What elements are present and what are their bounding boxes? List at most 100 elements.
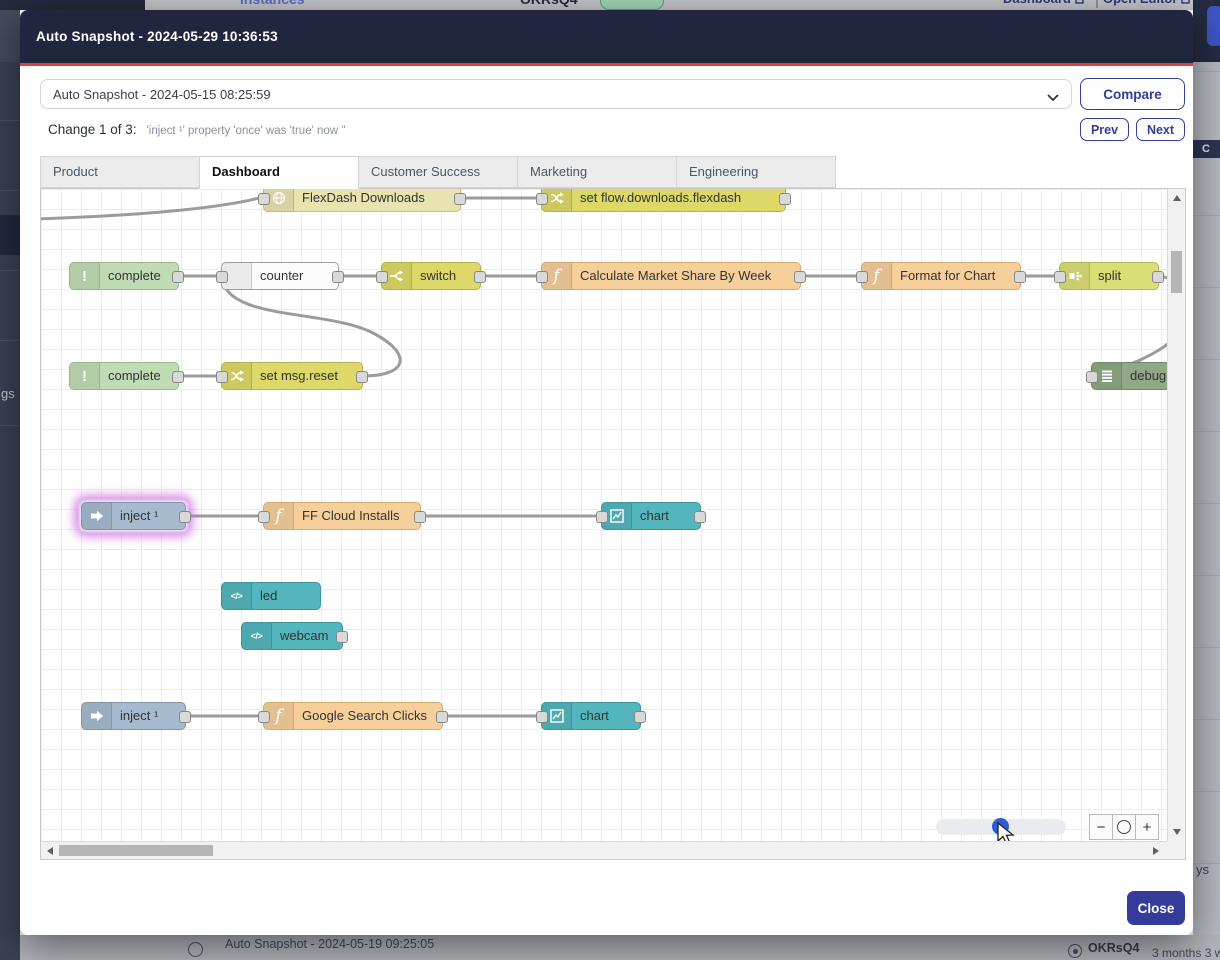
input-port[interactable]	[536, 193, 548, 205]
output-port[interactable]	[634, 711, 646, 723]
input-port[interactable]	[536, 711, 548, 723]
node-inject-2[interactable]: inject ¹	[81, 702, 186, 730]
zoom-reset-button[interactable]	[1112, 814, 1136, 840]
node-led[interactable]: </>led	[221, 582, 321, 610]
tab-engineering[interactable]: Engineering	[676, 156, 836, 188]
dialog-accent-line	[20, 63, 1193, 66]
input-port[interactable]	[1054, 271, 1066, 283]
node-label: counter	[260, 263, 303, 288]
node-chart-1[interactable]: chart	[601, 502, 701, 530]
vertical-scrollbar-thumb[interactable]	[1171, 251, 1182, 293]
output-port[interactable]	[474, 271, 486, 283]
output-port[interactable]	[794, 271, 806, 283]
wire-reset-counter	[221, 276, 400, 376]
output-port[interactable]	[694, 511, 706, 523]
input-port[interactable]	[536, 271, 548, 283]
open-editor-button[interactable]: Open Editor	[1103, 0, 1191, 6]
output-port[interactable]	[172, 371, 184, 383]
node-webcam[interactable]: </>webcam	[241, 622, 343, 650]
node-debug[interactable]: debug	[1091, 362, 1167, 390]
mouse-cursor	[995, 821, 1017, 841]
output-port[interactable]	[336, 631, 348, 643]
input-port[interactable]	[856, 271, 868, 283]
output-port[interactable]	[1014, 271, 1026, 283]
flow-canvas[interactable]: FlexDash Downloads set flow.downloads.fle…	[41, 189, 1167, 841]
scroll-left-arrow[interactable]	[47, 847, 53, 855]
input-port[interactable]	[376, 271, 388, 283]
vertical-scrollbar[interactable]	[1167, 189, 1185, 841]
wire-split-debug	[1091, 276, 1167, 376]
sidebar-item-partial-label[interactable]: gs	[1, 386, 15, 401]
breadcrumb-instances[interactable]: Instances	[240, 0, 305, 7]
background-age-label: 3 months 3 weeks 4 d	[1152, 946, 1220, 960]
node-google-search-clicks[interactable]: fGoogle Search Clicks	[263, 702, 443, 730]
snapshot-select[interactable]: Auto Snapshot - 2024-05-15 08:25:59	[40, 79, 1072, 109]
inject-icon	[82, 703, 112, 729]
node-set-msg-reset[interactable]: set msg.reset	[221, 362, 363, 390]
scroll-right-arrow[interactable]	[1153, 847, 1159, 855]
output-port[interactable]	[454, 193, 466, 205]
scroll-down-arrow[interactable]	[1173, 829, 1181, 835]
node-set-flow-downloads-flexdash[interactable]: set flow.downloads.flexdash	[541, 189, 786, 212]
tab-customer-success[interactable]: Customer Success	[358, 156, 518, 188]
input-port[interactable]	[216, 271, 228, 283]
sidebar-item-active[interactable]	[0, 215, 20, 255]
node-label: FF Cloud Installs	[302, 503, 400, 528]
node-inject-selected[interactable]: inject ¹	[81, 502, 186, 530]
node-label: split	[1098, 263, 1121, 288]
snapshot-select-value: Auto Snapshot - 2024-05-15 08:25:59	[53, 87, 271, 102]
node-label: webcam	[280, 623, 328, 648]
node-flexdash-downloads[interactable]: FlexDash Downloads	[263, 189, 461, 212]
node-format-for-chart[interactable]: fFormat for Chart	[861, 262, 1021, 290]
background-right-navy-bar: C	[1193, 140, 1220, 158]
input-port[interactable]	[258, 711, 270, 723]
node-split[interactable]: split	[1059, 262, 1159, 290]
output-port[interactable]	[172, 271, 184, 283]
output-port[interactable]	[332, 271, 344, 283]
compare-button[interactable]: Compare	[1080, 78, 1185, 110]
node-complete-2[interactable]: !complete	[69, 362, 179, 390]
tab-marketing[interactable]: Marketing	[517, 156, 677, 188]
input-port[interactable]	[1086, 371, 1098, 383]
scroll-up-arrow[interactable]	[1173, 195, 1181, 201]
input-port[interactable]	[258, 511, 270, 523]
tab-dashboard[interactable]: Dashboard	[199, 156, 359, 189]
dashboard-button[interactable]: Dashboard	[1003, 0, 1085, 6]
zoom-in-button[interactable]: +	[1135, 814, 1159, 840]
node-counter[interactable]: counter	[221, 262, 339, 290]
node-label: Calculate Market Share By Week	[580, 263, 771, 288]
node-label: set msg.reset	[260, 363, 338, 388]
input-port[interactable]	[596, 511, 608, 523]
prev-button[interactable]: Prev	[1080, 118, 1129, 141]
change-detail-text: 'inject ¹' property 'once' was 'true' no…	[147, 125, 346, 137]
output-port[interactable]	[414, 511, 426, 523]
output-port[interactable]	[779, 193, 791, 205]
tab-product[interactable]: Product	[40, 156, 200, 188]
node-label: Format for Chart	[900, 263, 995, 288]
navbar-separator	[1096, 0, 1098, 8]
node-label: chart	[580, 703, 609, 728]
input-port[interactable]	[258, 193, 270, 205]
close-button[interactable]: Close	[1127, 891, 1185, 925]
node-chart-2[interactable]: chart	[541, 702, 641, 730]
node-complete-1[interactable]: !complete	[69, 262, 179, 290]
input-port[interactable]	[216, 371, 228, 383]
output-port[interactable]	[179, 511, 191, 523]
next-button[interactable]: Next	[1136, 118, 1185, 141]
zoom-controls: − +	[1089, 814, 1159, 840]
zoom-out-button[interactable]: −	[1089, 814, 1113, 840]
horizontal-scrollbar[interactable]	[41, 841, 1167, 859]
node-calculate-market-share-by-week[interactable]: fCalculate Market Share By Week	[541, 262, 801, 290]
node-ff-cloud-installs[interactable]: fFF Cloud Installs	[263, 502, 421, 530]
output-port[interactable]	[179, 711, 191, 723]
horizontal-scrollbar-thumb[interactable]	[59, 845, 213, 856]
output-port[interactable]	[436, 711, 448, 723]
node-switch[interactable]: switch	[381, 262, 481, 290]
complete-icon: !	[70, 363, 100, 389]
node-label: inject ¹	[120, 503, 158, 528]
external-link-icon	[1075, 0, 1085, 4]
chevron-down-icon	[1047, 90, 1059, 105]
node-label: debug	[1130, 363, 1166, 388]
output-port[interactable]	[1152, 271, 1164, 283]
output-port[interactable]	[356, 371, 368, 383]
